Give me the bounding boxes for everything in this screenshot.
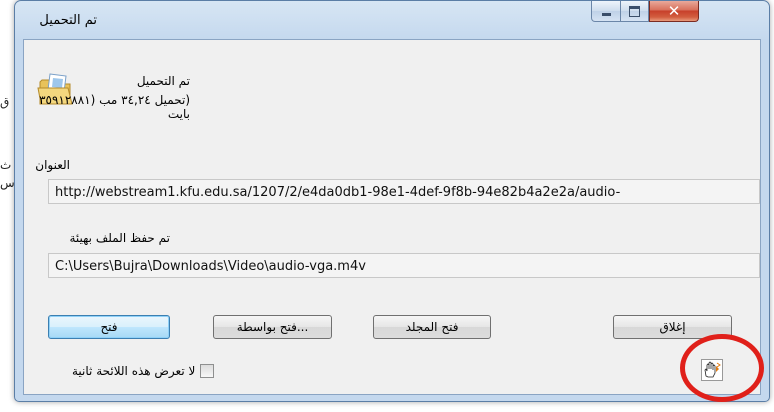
open-folder-button[interactable]: فتح المجلد [373,315,491,339]
address-label: العنوان [35,158,70,172]
open-with-button[interactable]: ...فتح بواسطة [213,315,332,339]
minimize-button[interactable] [591,1,621,22]
dont-show-again-checkbox[interactable] [200,364,215,378]
maximize-icon [629,5,640,17]
download-complete-dialog: تم التحميل ✕ تم التحميل (تحميل ٣٤,٢٤ مب … [14,0,770,402]
download-size-info: (تحميل ٣٤,٢٤ مب (٣٥٩١٢٨٨١ بايت [39,93,190,121]
caption-buttons: ✕ [591,1,699,23]
saved-as-label: تم حفظ الملف بهيئة [69,231,170,245]
background-text-fragment: س [0,176,15,190]
saved-path-field[interactable]: C:\Users\Bujra\Downloads\Video\audio-vga… [48,253,760,278]
address-field[interactable]: http://webstream1.kfu.edu.sa/1207/2/e4da… [48,179,760,204]
close-window-button[interactable]: ✕ [649,1,699,22]
annotation-circle [680,334,764,402]
download-status: تم التحميل [136,74,190,88]
title-bar[interactable]: تم التحميل ✕ [15,1,769,39]
open-button[interactable]: فتح [48,315,170,339]
window-title: تم التحميل [39,13,97,28]
minimize-icon [601,12,611,16]
dont-show-again-option[interactable]: لا تعرض هذه اللائحة ثانية [72,364,215,378]
background-text-fragment: ق [0,95,10,109]
dont-show-again-label: لا تعرض هذه اللائحة ثانية [72,364,196,378]
close-icon: ✕ [667,2,681,20]
background-text-fragment: ث [0,158,12,172]
dialog-body: تم التحميل (تحميل ٣٤,٢٤ مب (٣٥٩١٢٨٨١ باي… [23,39,761,395]
maximize-button[interactable] [621,1,649,22]
